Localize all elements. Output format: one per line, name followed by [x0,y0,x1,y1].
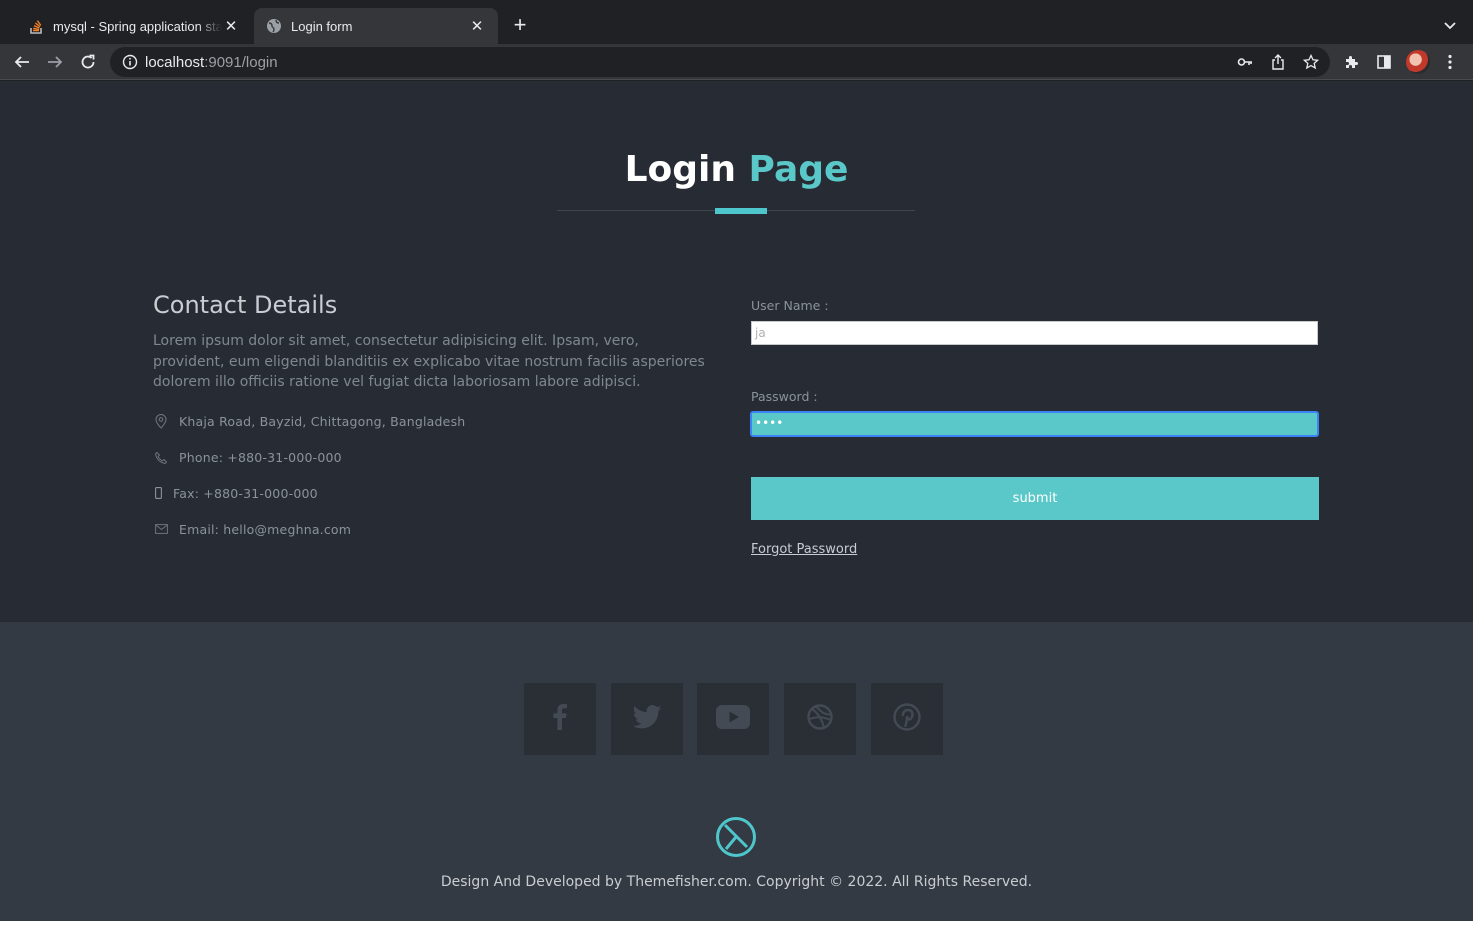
site-logo-icon [715,816,757,858]
facebook-button[interactable] [524,683,596,755]
contact-details: Contact Details Lorem ipsum dolor sit am… [153,291,713,537]
globe-icon [266,18,282,34]
bookmark-star-icon[interactable] [1303,54,1319,70]
pinterest-button[interactable] [871,683,943,755]
forgot-password-link[interactable]: Forgot Password [751,542,857,557]
new-tab-button[interactable]: + [508,14,532,38]
address-bar[interactable]: localhost:9091/login [110,47,1330,77]
envelope-icon [153,521,169,537]
phone-text: Phone: +880-31-000-000 [179,449,342,465]
map-pin-icon [153,413,169,429]
title-accent-bar [715,208,767,214]
twitter-icon [632,704,662,734]
url-host: localhost [145,54,205,71]
youtube-button[interactable] [697,683,769,755]
youtube-icon [716,704,750,734]
password-input[interactable]: •••• [750,411,1319,437]
page-title-accent: Page [748,149,849,190]
email-text: Email: hello@meghna.com [179,521,352,537]
tab-close-icon[interactable]: ✕ [468,17,486,35]
contact-title: Contact Details [153,291,338,319]
mobile-icon [153,485,163,501]
contact-fax: Fax: +880-31-000-000 [153,485,318,501]
contact-address: Khaja Road, Bayzid, Chittagong, Banglade… [153,413,465,429]
address-text: Khaja Road, Bayzid, Chittagong, Banglade… [179,413,466,429]
tab-title: mysql - Spring application start [53,18,222,34]
facebook-icon [553,703,567,735]
copyright-text: Design And Developed by Themefisher.com.… [440,874,1033,890]
reload-icon[interactable] [76,50,100,74]
phone-icon [153,449,169,465]
login-section: Login Page Contact Details Lorem ipsum d… [0,81,1473,622]
tab-title: Login form [291,18,353,34]
site-info-icon[interactable] [122,54,138,70]
submit-button[interactable]: submit [751,477,1319,520]
side-panel-icon[interactable] [1374,52,1394,72]
key-icon[interactable] [1237,54,1253,70]
profile-avatar[interactable] [1406,50,1430,74]
username-label: User Name : [751,298,829,313]
kebab-menu-icon[interactable] [1440,52,1460,72]
dribbble-button[interactable] [784,683,856,755]
contact-description: Lorem ipsum dolor sit amet, consectetur … [153,333,705,390]
browser-toolbar: localhost:9091/login [0,44,1473,80]
tab-login-form[interactable]: Login form ✕ [254,8,498,44]
contact-email: Email: hello@meghna.com [153,521,351,537]
url-path: :9091/login [204,54,278,71]
url-text: localhost:9091/login [145,54,278,71]
tab-search-chevron-icon[interactable] [1440,16,1460,36]
forward-arrow-icon[interactable] [43,50,67,74]
browser-window: mysql - Spring application start ✕ Login… [0,0,1473,921]
twitter-button[interactable] [611,683,683,755]
password-label: Password : [751,389,818,404]
page-title: Login Page [0,149,1473,190]
tab-strip: mysql - Spring application start ✕ Login… [0,0,1473,44]
username-input[interactable]: ja [751,321,1318,345]
stackoverflow-favicon-icon [28,18,44,34]
footer: Design And Developed by Themefisher.com.… [0,622,1473,921]
back-arrow-icon[interactable] [10,50,34,74]
share-icon[interactable] [1270,54,1286,70]
contact-phone: Phone: +880-31-000-000 [153,449,342,465]
tab-mysql[interactable]: mysql - Spring application start ✕ [8,8,252,44]
extensions-puzzle-icon[interactable] [1342,52,1362,72]
tab-close-icon[interactable]: ✕ [222,17,240,35]
web-page: Login Page Contact Details Lorem ipsum d… [0,81,1473,921]
page-title-white: Login [624,149,736,190]
dribbble-icon [807,703,833,735]
fax-text: Fax: +880-31-000-000 [173,485,318,501]
pinterest-icon [893,702,921,736]
